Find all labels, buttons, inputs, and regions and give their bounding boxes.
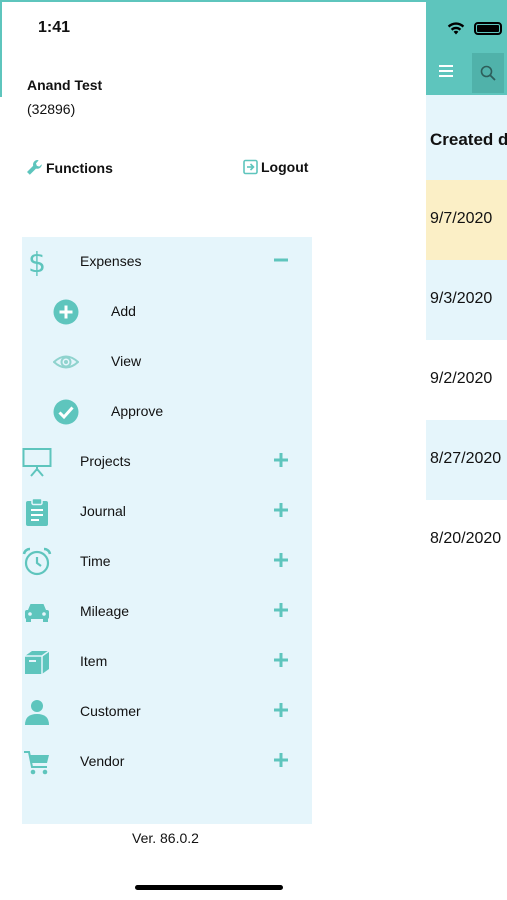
plus-icon[interactable] — [272, 751, 290, 769]
status-icons — [446, 20, 502, 36]
check-circle-icon — [53, 399, 79, 425]
logout-icon — [243, 159, 258, 175]
plus-circle-icon — [53, 299, 79, 325]
user-id: (32896) — [27, 101, 76, 117]
car-icon — [22, 597, 52, 627]
alarm-clock-icon — [22, 547, 52, 577]
submenu-item-label: Add — [111, 303, 136, 319]
minus-icon[interactable] — [272, 251, 290, 269]
clipboard-icon — [22, 497, 52, 527]
hamburger-menu-icon[interactable] — [439, 65, 453, 77]
submenu-item-label: View — [111, 353, 142, 369]
menu-item-time[interactable]: Time — [22, 537, 312, 587]
plus-icon[interactable] — [272, 601, 290, 619]
plus-icon[interactable] — [272, 451, 290, 469]
menu-item-projects[interactable]: Projects — [22, 437, 312, 487]
list-row[interactable]: 8/20/2020 — [426, 500, 507, 580]
plus-icon[interactable] — [272, 651, 290, 669]
cart-icon — [22, 747, 52, 777]
menu-item-label: Item — [80, 653, 108, 669]
home-indicator[interactable] — [135, 885, 283, 890]
plus-icon[interactable] — [272, 551, 290, 569]
menu-panel: $ Expenses Add View Approve Projects Jou… — [22, 237, 312, 824]
battery-icon — [474, 21, 502, 35]
menu-item-label: Customer — [80, 703, 141, 719]
wrench-icon — [27, 160, 42, 175]
submenu-item-view[interactable]: View — [22, 337, 312, 387]
menu-item-label: Mileage — [80, 603, 130, 619]
functions-button[interactable]: Functions — [26, 159, 113, 176]
menu-item-vendor[interactable]: Vendor — [22, 737, 312, 787]
menu-item-label: Journal — [80, 503, 126, 519]
list-row[interactable]: 9/3/2020 — [426, 260, 507, 340]
person-icon — [22, 697, 52, 727]
submenu-item-add[interactable]: Add — [22, 287, 312, 337]
box-icon — [22, 647, 52, 677]
drawer-edge — [0, 2, 2, 97]
menu-item-label: Vendor — [80, 753, 125, 769]
menu-item-journal[interactable]: Journal — [22, 487, 312, 537]
list-row[interactable]: 9/2/2020 — [426, 340, 507, 420]
menu-item-label: Projects — [80, 453, 131, 469]
presentation-icon — [22, 447, 52, 477]
logout-label: Logout — [261, 159, 309, 175]
menu-item-label: Expenses — [80, 253, 142, 269]
list-row[interactable]: 8/27/2020 — [426, 420, 507, 500]
plus-icon[interactable] — [272, 701, 290, 719]
column-header-created-date[interactable]: Created date — [426, 95, 507, 180]
plus-icon[interactable] — [272, 501, 290, 519]
app-header — [426, 0, 507, 95]
menu-item-label: Time — [80, 553, 111, 569]
menu-item-customer[interactable]: Customer — [22, 687, 312, 737]
submenu-item-approve[interactable]: Approve — [22, 387, 312, 437]
navigation-drawer: 1:41 Anand Test (32896) Functions Logout… — [0, 0, 426, 900]
logout-button[interactable]: Logout — [243, 159, 308, 175]
eye-icon — [53, 355, 79, 369]
menu-item-expenses[interactable]: $ Expenses — [22, 237, 312, 287]
list-row[interactable]: 9/7/2020 — [426, 180, 507, 260]
wifi-icon — [447, 22, 465, 35]
status-time: 1:41 — [38, 19, 71, 36]
search-icon — [480, 65, 496, 81]
menu-item-mileage[interactable]: Mileage — [22, 587, 312, 637]
user-name: Anand Test — [27, 77, 103, 93]
svg-text:$: $ — [28, 247, 46, 277]
background-list-screen: Created date 9/7/2020 9/3/2020 9/2/2020 … — [426, 0, 507, 900]
dollar-icon: $ — [22, 247, 52, 277]
search-button[interactable] — [472, 53, 504, 93]
menu-item-item[interactable]: Item — [22, 637, 312, 687]
app-version: Ver. 86.0.2 — [132, 830, 199, 846]
submenu-item-label: Approve — [111, 403, 164, 419]
functions-label: Functions — [46, 159, 113, 176]
